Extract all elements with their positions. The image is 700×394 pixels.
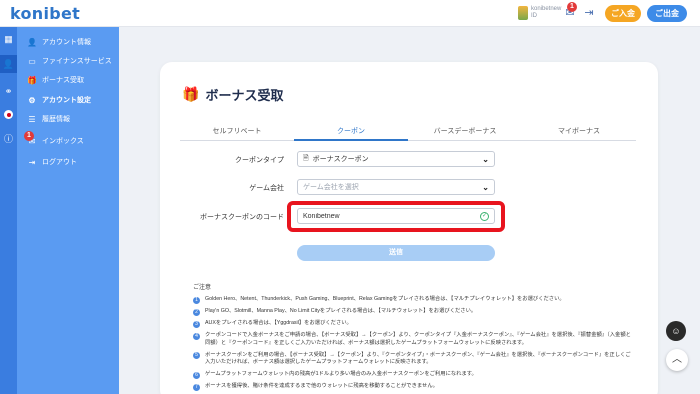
sidebar-item-label: アカウント設定 <box>42 97 91 104</box>
icon-rail: ▦ 👤 ⚭ ⓘ <box>0 27 17 394</box>
note-number: 3 <box>193 320 200 328</box>
page-title-text: ボーナス受取 <box>205 88 284 103</box>
account-rail-icon[interactable]: 👤 <box>0 55 17 73</box>
note-number: 4 <box>193 332 200 340</box>
game-company-select[interactable]: ゲーム会社を選択 ⌄ <box>297 179 495 195</box>
note-item: 4 クーポンコードで入金ボーナスをご申請の場合、【ボーナス受取】→【クーポン】より… <box>193 332 633 347</box>
user-info[interactable]: konibetnew ID <box>518 6 561 20</box>
note-text: Play'n GO、Slotmill、Manna Play、No Limit C… <box>205 308 477 314</box>
coupon-code-label: ボーナスクーポンのコード <box>200 214 284 221</box>
user-id: ID <box>531 13 537 19</box>
sidebar-item-label: インボックス <box>42 138 84 145</box>
tab-birthday-bonus[interactable]: バースデーボーナス <box>408 123 522 140</box>
note-number: 7 <box>193 383 200 391</box>
share-icon[interactable]: ⚭ <box>2 85 15 98</box>
sidebar-item-label: ログアウト <box>42 159 77 166</box>
coupon-type-label: クーポンタイプ <box>235 157 284 164</box>
sidebar-item-history[interactable]: ☰ 履歴情報 <box>27 114 70 124</box>
user-icon: 👤 <box>27 37 37 47</box>
page-title: 🎁 ボーナス受取 <box>182 85 283 104</box>
note-item: 5 ボーナスクーポンをご利用の場合、【ボーナス受取】→【クーポン】より、『クーポン… <box>193 352 633 367</box>
sidebar-item-label: ボーナス受取 <box>42 77 84 84</box>
sidebar-item-label: 履歴情報 <box>42 116 70 123</box>
chevron-down-icon: ⌄ <box>482 182 489 192</box>
sidebar-item-label: ファイナンスサービス <box>42 58 112 65</box>
tab-my-bonus[interactable]: マイボーナス <box>522 123 636 140</box>
sidebar: 👤 アカウント情報 ▭ ファイナンスサービス 🎁 ボーナス受取 ⚙ アカウント設… <box>17 27 119 394</box>
sidebar-item-finance[interactable]: ▭ ファイナンスサービス <box>27 56 112 66</box>
grid-icon[interactable]: ▦ <box>2 33 15 46</box>
note-number: 6 <box>193 371 200 379</box>
history-icon: ☰ <box>28 114 36 124</box>
withdraw-button[interactable]: ご出金 <box>647 5 687 22</box>
note-item: 7 ボーナスを獲得後、賭け条件を達成するまで他のウォレットに残高を移動することがで… <box>193 383 633 391</box>
tab-coupon[interactable]: クーポン <box>294 123 408 141</box>
notes-heading: ご注意 <box>193 285 212 291</box>
mail-icon[interactable]: ✉ 1 <box>563 2 577 19</box>
gift-icon: 🎁 <box>27 75 37 85</box>
sidebar-item-bonus[interactable]: 🎁 ボーナス受取 <box>27 75 84 85</box>
note-text: Golden Hero、Netent、Thunderkick、Push Gami… <box>205 296 565 302</box>
chevron-up-icon: ︿ <box>672 354 682 365</box>
sidebar-item-label: アカウント情報 <box>42 39 91 46</box>
note-item: 3 AUXをプレイされる場合は、【Yggdrasil】をお選びください。 <box>193 320 633 328</box>
user-name: konibetnew <box>531 6 562 12</box>
gift-icon: 🎁 <box>182 86 200 102</box>
sidebar-item-inbox[interactable]: ✉ 1 インボックス <box>24 130 84 146</box>
tab-bar: セルフリベート クーポン バースデーボーナス マイボーナス <box>180 123 636 141</box>
note-text: ボーナスを獲得後、賭け条件を達成するまで他のウォレットに残高を移動することができ… <box>205 383 438 389</box>
game-company-label: ゲーム会社 <box>249 185 284 192</box>
konibet-logo[interactable]: konibet <box>10 4 80 23</box>
note-number: 2 <box>193 308 200 316</box>
notes-section: ご注意 1 Golden Hero、Netent、Thunderkick、Push… <box>193 282 633 394</box>
scroll-to-top-button[interactable]: ︿ <box>666 349 688 371</box>
finance-icon: ▭ <box>28 56 36 66</box>
document-icon: 🗎 <box>303 154 309 162</box>
logout-icon[interactable]: ⇥ <box>582 7 596 19</box>
chevron-down-icon: ⌄ <box>482 154 489 164</box>
mail-icon: ✉ 1 <box>24 130 37 146</box>
coupon-code-highlight <box>287 201 505 232</box>
note-item: 2 Play'n GO、Slotmill、Manna Play、No Limit … <box>193 308 633 316</box>
tab-self-rebate[interactable]: セルフリベート <box>180 123 294 140</box>
note-text: AUXをプレイされる場合は、【Yggdrasil】をお選びください。 <box>205 320 352 326</box>
avatar <box>518 6 528 20</box>
deposit-button[interactable]: ご入金 <box>605 5 641 22</box>
note-item: 1 Golden Hero、Netent、Thunderkick、Push Gam… <box>193 296 633 304</box>
coupon-type-select[interactable]: 🗎 ボーナスクーポン ⌄ <box>297 151 495 167</box>
gear-icon: ⚙ <box>28 95 36 105</box>
inbox-badge: 1 <box>24 130 34 141</box>
top-header: konibet konibetnew ID ✉ 1 ⇥ ご入金 ご出金 <box>0 0 700 27</box>
logout-icon: ⇥ <box>28 157 36 167</box>
sidebar-item-logout[interactable]: ⇥ ログアウト <box>27 157 77 167</box>
note-number: 1 <box>193 296 200 304</box>
note-number: 5 <box>193 352 200 359</box>
support-character-icon[interactable]: ☺ <box>666 321 686 341</box>
note-item: 6 ゲームプラットフォームウォレット内の残高が1ドルより多い場合のみ入金ボーナスク… <box>193 371 633 379</box>
sidebar-item-account-settings[interactable]: ⚙ アカウント設定 <box>27 95 91 105</box>
flag-icon[interactable] <box>2 109 15 122</box>
submit-button[interactable]: 送信 <box>297 245 495 261</box>
sidebar-item-account-info[interactable]: 👤 アカウント情報 <box>27 37 91 47</box>
info-icon[interactable]: ⓘ <box>2 133 15 146</box>
note-text: ゲームプラットフォームウォレット内の残高が1ドルより多い場合のみ入金ボーナスクー… <box>205 371 477 377</box>
note-text: クーポンコードで入金ボーナスをご申請の場合、【ボーナス受取】→【クーポン】より、… <box>205 332 631 346</box>
coupon-type-value: ボーナスクーポン <box>312 156 369 163</box>
notification-badge: 1 <box>567 2 577 12</box>
game-company-placeholder: ゲーム会社を選択 <box>303 184 359 191</box>
note-text: ボーナスクーポンをご利用の場合、【ボーナス受取】→【クーポン】より、『クーポンタ… <box>205 351 631 366</box>
